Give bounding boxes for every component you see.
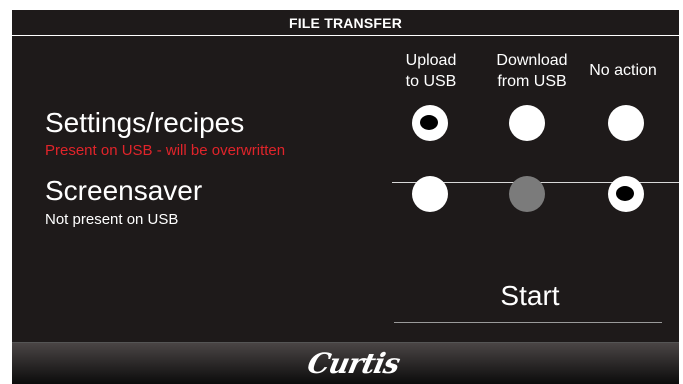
start-button[interactable]: Start bbox=[485, 280, 575, 312]
page-title: FILE TRANSFER bbox=[288, 15, 403, 31]
screensaver-upload-radio[interactable] bbox=[412, 176, 448, 212]
screensaver-status: Not present on USB bbox=[45, 211, 179, 228]
settings-recipes-label: Settings/recipes bbox=[45, 107, 245, 138]
column-header-no-action: No action bbox=[589, 62, 657, 79]
screensaver-label: Screensaver bbox=[45, 175, 203, 206]
title-bar: FILE TRANSFER bbox=[12, 10, 679, 36]
settings-recipes-status: Present on USB - will be overwritten bbox=[45, 142, 286, 159]
curtis-logo: Curtis bbox=[304, 347, 403, 380]
footer-bar: Curtis bbox=[12, 342, 679, 384]
settings-upload-radio[interactable] bbox=[412, 105, 448, 141]
column-header-upload: Upload to USB bbox=[405, 52, 457, 90]
file-transfer-screen: FILE TRANSFER Upload to USB Download fro… bbox=[12, 10, 679, 384]
start-underline bbox=[394, 322, 662, 323]
screensaver-download-radio bbox=[509, 176, 545, 212]
column-header-download: Download from USB bbox=[496, 52, 568, 90]
settings-no-action-radio[interactable] bbox=[608, 105, 644, 141]
screensaver-no-action-radio[interactable] bbox=[608, 176, 644, 212]
settings-download-radio[interactable] bbox=[509, 105, 545, 141]
